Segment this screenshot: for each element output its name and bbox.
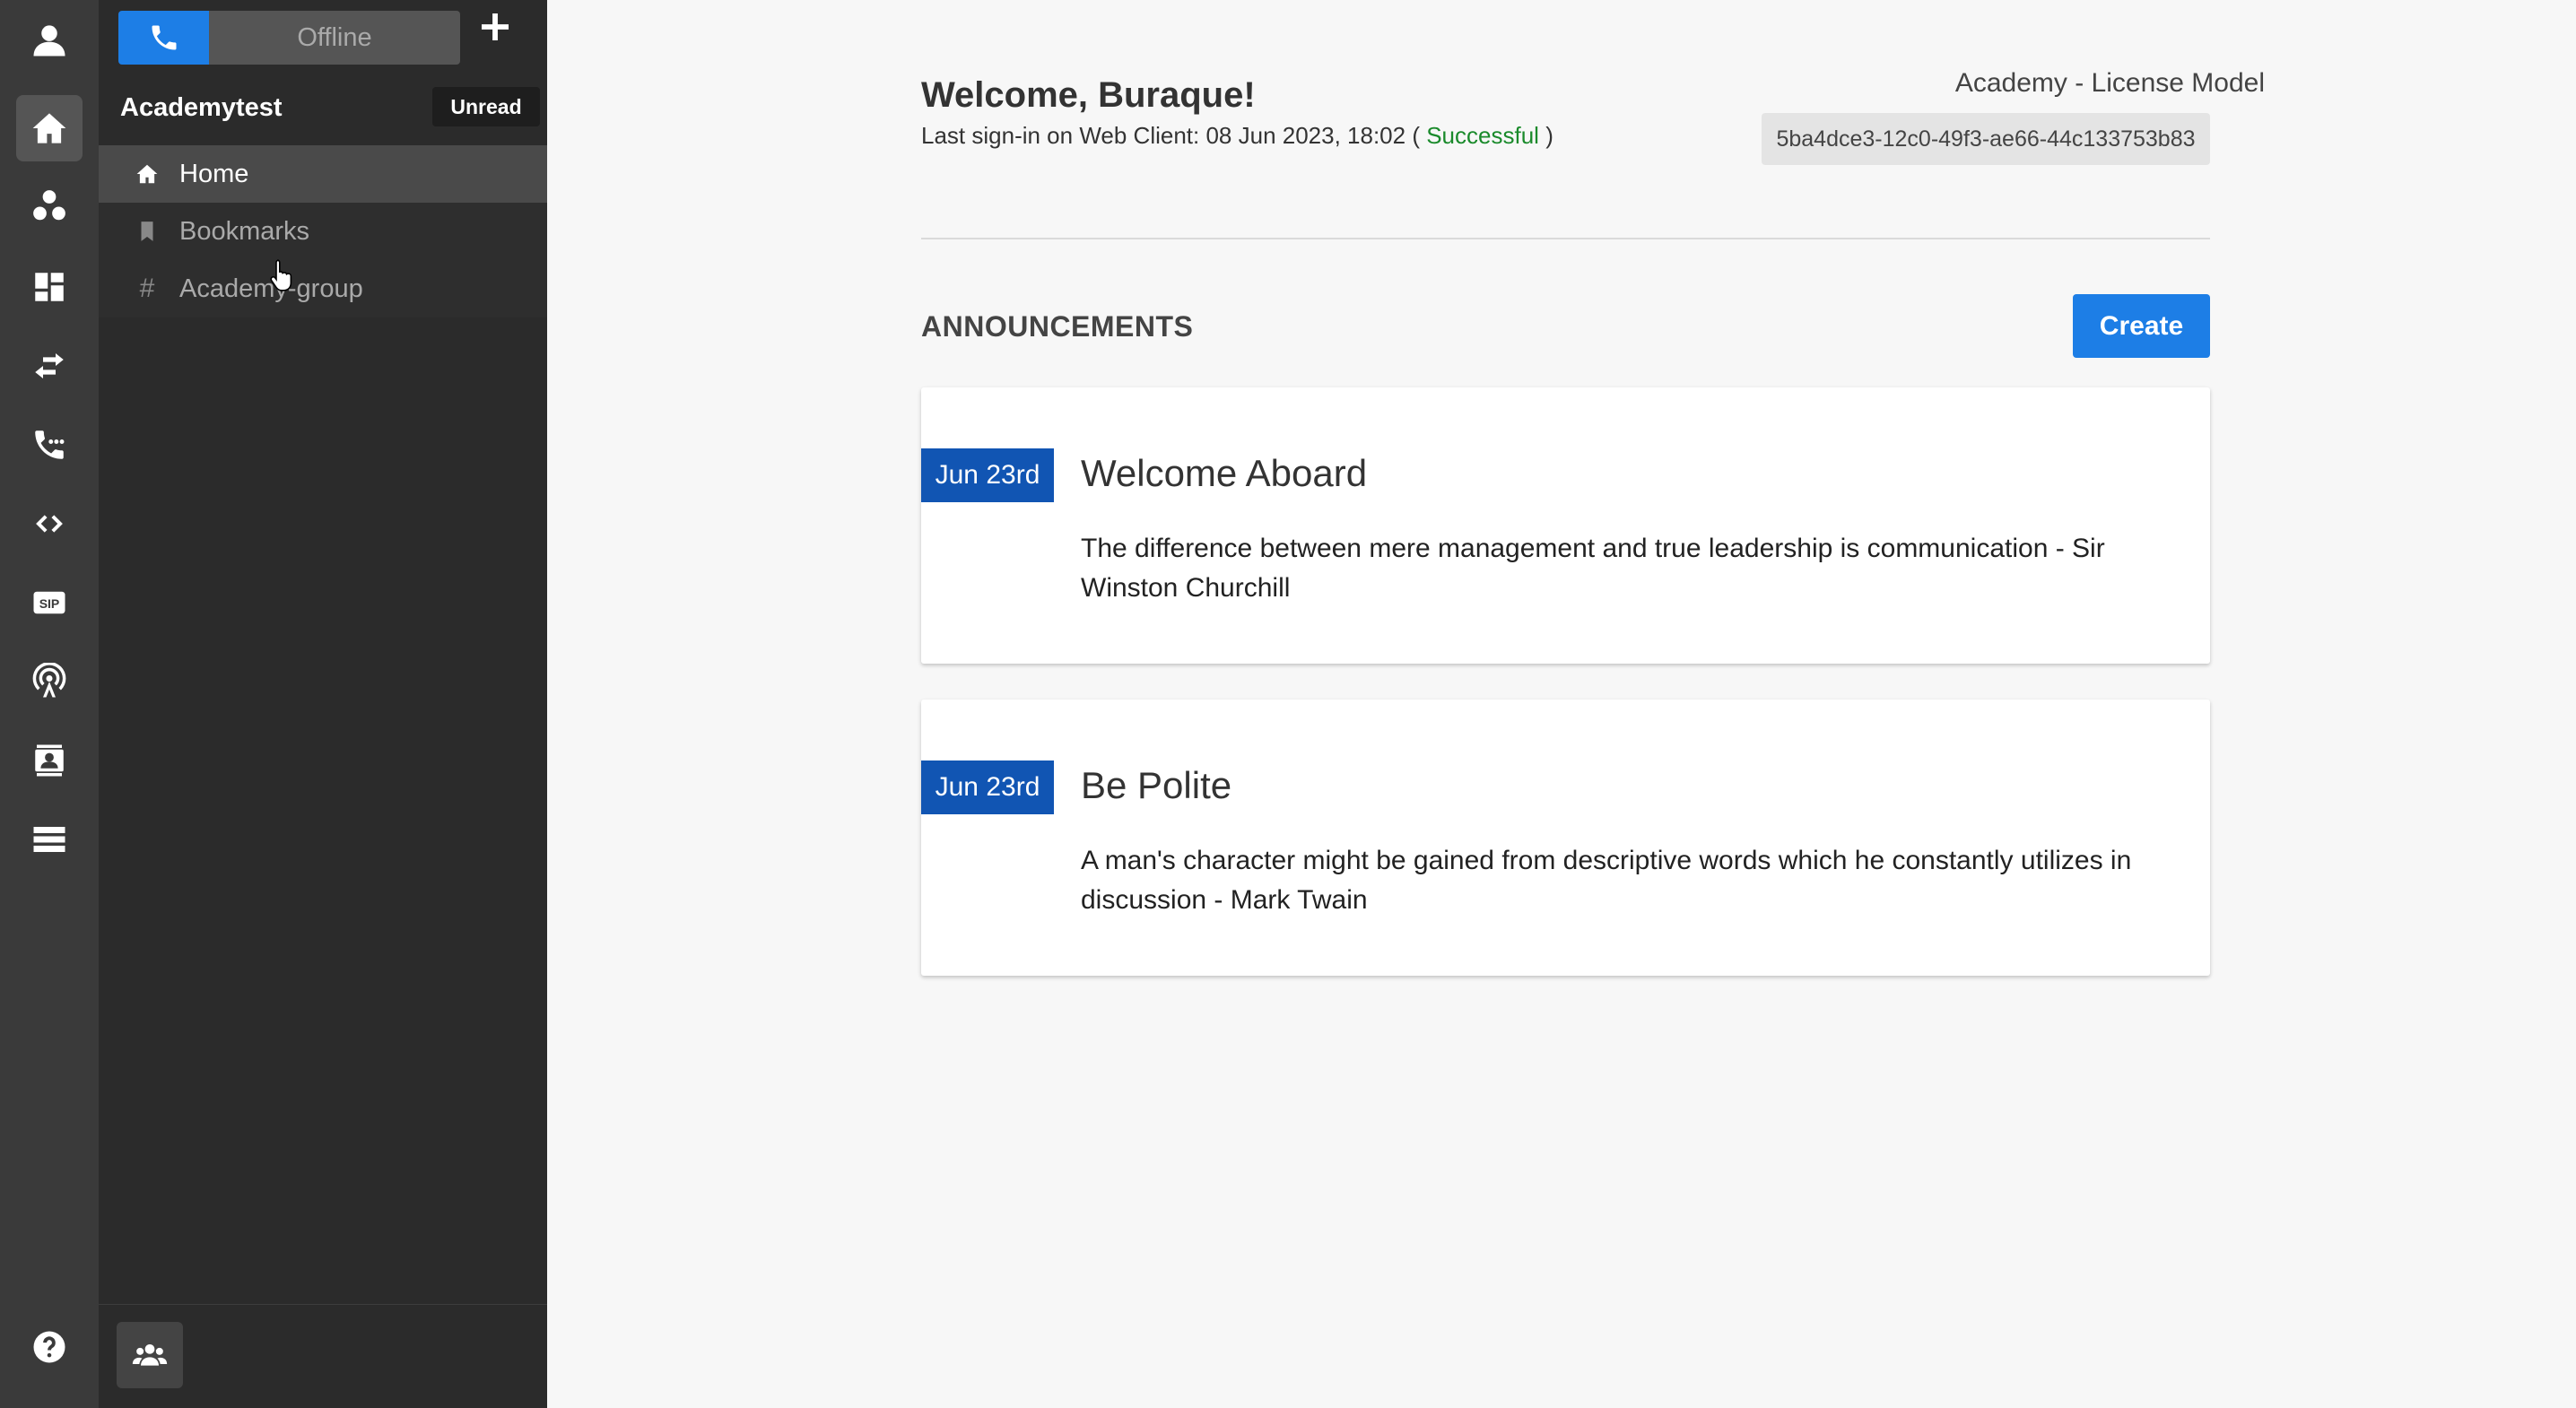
svg-text:SIP: SIP bbox=[39, 596, 60, 611]
announcement-title: Be Polite bbox=[1081, 764, 1232, 806]
channel-item-bookmarks[interactable]: Bookmarks bbox=[99, 203, 547, 260]
announcement-date: Jun 23rd bbox=[921, 448, 1054, 502]
license-model-title: Academy - License Model bbox=[1954, 68, 2265, 98]
announcement-card: Jun 23rd Be Polite A man's character mig… bbox=[921, 700, 2210, 976]
workspace-name: Academytest bbox=[120, 93, 283, 122]
add-button[interactable] bbox=[477, 9, 513, 45]
panel-divider bbox=[99, 1304, 547, 1305]
channel-panel: Offline Academytest Unread Home Bookmark… bbox=[99, 0, 547, 1408]
status-toggle[interactable]: Offline bbox=[209, 11, 460, 65]
signin-suffix: ) bbox=[1545, 122, 1553, 149]
icon-rail: SIP bbox=[0, 0, 99, 1408]
list-icon[interactable] bbox=[16, 806, 83, 873]
home-icon[interactable] bbox=[16, 95, 83, 161]
broadcast-icon[interactable] bbox=[16, 648, 83, 715]
unread-filter-button[interactable]: Unread bbox=[432, 87, 540, 126]
last-signin-text: Last sign-in on Web Client: 08 Jun 2023,… bbox=[921, 122, 1553, 150]
call-log-icon[interactable] bbox=[16, 412, 83, 478]
dashboard-icon[interactable] bbox=[16, 254, 83, 320]
main-content: Welcome, Buraque! Last sign-in on Web Cl… bbox=[547, 0, 2576, 1408]
sip-icon[interactable]: SIP bbox=[16, 569, 83, 636]
channel-item-academy-group[interactable]: # Academy-group bbox=[99, 260, 547, 317]
code-icon[interactable] bbox=[16, 491, 83, 557]
header-divider bbox=[921, 238, 2210, 239]
contact-card-icon[interactable] bbox=[16, 727, 83, 794]
profile-icon[interactable] bbox=[16, 7, 83, 74]
announcement-card: Jun 23rd Welcome Aboard The difference b… bbox=[921, 387, 2210, 664]
hand-cursor-icon bbox=[270, 259, 292, 291]
team-icon bbox=[132, 1344, 168, 1366]
announcement-body: A man's character might be gained from d… bbox=[1081, 846, 2132, 915]
announcement-title: Welcome Aboard bbox=[1081, 452, 1368, 494]
channel-label: Home bbox=[179, 159, 249, 188]
help-icon[interactable] bbox=[16, 1314, 83, 1380]
license-key-badge[interactable]: 5ba4dce3-12c0-49f3-ae66-44c133753b83 bbox=[1762, 113, 2210, 165]
announcements-heading: ANNOUNCEMENTS bbox=[921, 310, 1194, 343]
channel-label: Bookmarks bbox=[179, 216, 310, 246]
signin-status: Successful bbox=[1426, 122, 1539, 149]
signin-prefix: Last sign-in on Web Client: 08 Jun 2023,… bbox=[921, 122, 1420, 149]
announcement-body: The difference between mere management a… bbox=[1081, 534, 2105, 603]
plus-icon bbox=[482, 13, 509, 40]
announcement-date: Jun 23rd bbox=[921, 760, 1054, 814]
phone-button[interactable] bbox=[118, 11, 209, 65]
channel-item-home[interactable]: Home bbox=[99, 145, 547, 203]
phone-icon bbox=[152, 25, 176, 50]
home-icon bbox=[129, 162, 165, 186]
transfer-icon[interactable] bbox=[16, 333, 83, 399]
hash-icon: # bbox=[139, 274, 155, 303]
bookmark-icon bbox=[129, 220, 165, 243]
welcome-heading: Welcome, Buraque! bbox=[921, 75, 1256, 115]
groups-button[interactable] bbox=[117, 1322, 183, 1388]
contacts-icon[interactable] bbox=[16, 173, 83, 239]
create-announcement-button[interactable]: Create bbox=[2073, 294, 2210, 358]
